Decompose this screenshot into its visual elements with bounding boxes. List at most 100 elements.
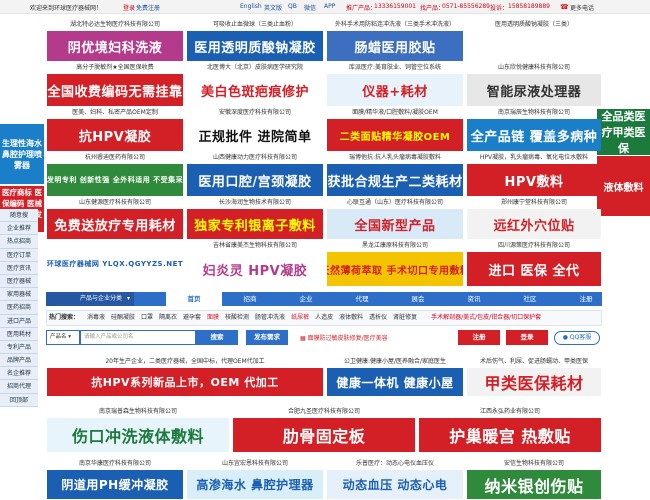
ad-caption[interactable]: 南京华康医疗科技有限公司 — [46, 459, 184, 469]
ad-tile[interactable]: 南京华康医疗科技有限公司 阴道用PH缓冲凝胶 — [46, 459, 184, 500]
ad-banner[interactable]: 正规批件 进院简单 — [187, 119, 323, 151]
ad-caption[interactable]: 江西永弘药业有限公司 — [418, 407, 602, 417]
ad-caption[interactable]: 山西健康动力医疗科技有限公司 — [186, 153, 324, 163]
ad-tile[interactable]: 长沙海润生物技术有限公司 独家专利银离子敷料 — [186, 198, 324, 240]
nav-tab[interactable]: 社区 — [502, 292, 558, 306]
left-nav-item[interactable]: 企业推荐 — [0, 222, 38, 236]
ad-banner[interactable]: 护巢暖宫 热敷贴 — [419, 418, 601, 452]
ad-caption[interactable]: 北医博大（北京）皮肤病医学研究院 — [186, 63, 324, 73]
ad-caption[interactable]: 南京瑞普森生物科技有限公司 — [46, 407, 230, 417]
nav-tab[interactable]: 代理 — [334, 292, 390, 306]
english-link[interactable]: English — [240, 3, 262, 10]
ad-tile[interactable]: 黑龙江康原科技有限公司 天然薄荷萃取 手术切口专用敷料 — [326, 241, 464, 287]
register-button[interactable]: 注册 — [458, 330, 500, 345]
left-nav-item[interactable]: 回顶部 — [0, 393, 38, 407]
login-link[interactable]: 登录 — [123, 3, 135, 12]
hot-promo-link[interactable]: 手术解剖器/美式/包皮/钳合器/切口保护套 — [431, 314, 541, 321]
ad-caption[interactable]: 医美、妇科、私密产品OEM定制 — [46, 108, 184, 118]
left-nav-item[interactable]: 专利产品 — [0, 340, 38, 355]
hot-search-word[interactable]: 避孕套 — [183, 314, 201, 321]
right-float-ad-1[interactable]: 全品类医疗甲类医保 — [597, 109, 650, 155]
ad-caption[interactable]: 可吸收止血微球（三类止血粉） — [186, 20, 324, 30]
hot-search-word[interactable]: 透析仪 — [369, 314, 387, 321]
ad-tile[interactable]: 山西健康动力医疗科技有限公司 医用口腔/宫颈凝胶 — [186, 153, 324, 197]
ad-tile[interactable]: 山东宜宏恩科技有限公司 高渗海水 鼻腔护理器 — [186, 459, 324, 500]
hot-search-word[interactable]: 隔离衣 — [159, 314, 177, 321]
ad-banner[interactable]: 获批合规生产二类耗材 — [327, 164, 463, 196]
left-nav-item[interactable]: 随意搜 — [0, 209, 38, 223]
ad-tile[interactable]: 山东健源医疗科技有限公司 免费送放疗专用耗材 — [46, 198, 184, 240]
hot-search-word[interactable]: 口罩 — [141, 314, 153, 321]
ad-caption[interactable]: 库派医疗:美育肤业、饲管空位系统 — [326, 63, 464, 73]
ad-caption[interactable]: 长沙海润生物技术有限公司 — [186, 198, 324, 208]
ad-caption[interactable]: 安徽深度医疗科技有限公司 — [186, 108, 324, 118]
ad-banner[interactable]: 甲类医保耗材 — [467, 368, 601, 396]
ad-tile[interactable]: 吉林省康美杰生物科技有限公司 妇炎灵 HPV凝胶 — [186, 241, 324, 287]
ad-tile[interactable]: 北医博大（北京）皮肤病医学研究院 美白色斑疤痕修护 — [186, 63, 324, 107]
ad-banner[interactable]: 肠蜡医用胶贴 — [327, 31, 463, 61]
ad-caption[interactable]: 郑州康宁堂科技有限公司 — [466, 198, 602, 208]
ad-tile[interactable]: 面膜/精华液/口腔敷料/凝胶OEM 二类面贴精华凝胶OEM — [326, 108, 464, 152]
ad-caption[interactable]: 杭州睿迪医药有限公司 — [46, 153, 184, 163]
ad-banner[interactable]: 全产品链 覆盖多病种 — [467, 119, 601, 151]
english-version-link[interactable]: 英文版 — [264, 3, 282, 12]
left-nav-item[interactable]: 进口产品 — [0, 314, 38, 328]
ad-tile[interactable]: 20年生产企业，二类医疗器械，全国中标，代理OEM代加工 抗HPV系列新品上市，O… — [46, 357, 324, 397]
ad-caption[interactable]: 瑞博他抗:抗人乳头瘤病毒凝胶敷料 — [326, 153, 464, 163]
qb-link[interactable]: QB — [288, 3, 297, 10]
ad-caption[interactable]: 医用透明质酸钠凝胶（三类） — [466, 20, 602, 30]
login-button[interactable]: 登录 — [506, 330, 548, 345]
category-menu-button[interactable]: 产品与企业分类 ▾ — [46, 292, 134, 306]
more-phones-link[interactable]: 更多电话 — [570, 3, 594, 12]
hot-search-word[interactable]: 面膜 — [207, 314, 219, 321]
ad-caption[interactable]: 山东欣悦健康科技有限公司 — [466, 63, 602, 73]
ad-banner[interactable]: 远红外穴位贴 — [467, 209, 601, 239]
search-input[interactable]: 请输入产品或公司名 — [80, 330, 196, 345]
search-button[interactable]: 搜索 — [196, 330, 238, 345]
ad-banner[interactable]: 仪器+耗材 — [327, 74, 463, 106]
register-link[interactable]: 免费注册 — [136, 3, 160, 12]
ad-caption[interactable]: 四川源策医疗科技有限公司 — [466, 241, 602, 251]
ad-caption[interactable]: 外科手术用防粘连冲洗液（三类手术冲洗液） — [326, 20, 464, 30]
ad-tile[interactable]: 江西永弘药业有限公司 护巢暖宫 热敷贴 — [418, 407, 602, 453]
hot-search-word[interactable]: 核酸检测 — [225, 314, 249, 321]
ad-tile[interactable]: 湖北特必达生物医疗科技有限公司 阴优境妇科洗液 — [46, 20, 184, 62]
hot-search-word[interactable]: 硅酮凝胶 — [111, 314, 135, 321]
ad-banner[interactable]: 妇炎灵 HPV凝胶 — [187, 252, 323, 286]
nav-tab[interactable]: 招商 — [222, 292, 278, 306]
ad-caption[interactable]: 术后伤气、利尿、促进肠蠕动、甲类医保 — [466, 357, 602, 367]
ad-banner[interactable]: 智能尿液处理器 — [467, 74, 601, 106]
ad-tile[interactable]: 心联互通（山东）医疗科技有限公司 全国新型产品 — [326, 198, 464, 240]
app-link[interactable]: APP — [324, 3, 335, 10]
ad-banner[interactable]: 高渗海水 鼻腔护理器 — [187, 470, 323, 499]
qq-service-button[interactable]: ● QQ客服 — [554, 331, 600, 345]
left-nav-item[interactable]: 招商代理 — [0, 380, 38, 394]
ad-banner[interactable]: 医用口腔/宫颈凝胶 — [187, 164, 323, 196]
ad-caption[interactable]: 山东健源医疗科技有限公司 — [46, 198, 184, 208]
ad-banner[interactable]: 伤口冲洗液体敷料 — [47, 418, 229, 452]
left-nav-item[interactable]: 名企推荐 — [0, 367, 38, 381]
ad-tile[interactable]: 四川源策医疗科技有限公司 进口 医保 全代 — [466, 241, 602, 287]
ad-tile[interactable]: 山东欣悦健康科技有限公司 智能尿液处理器 — [466, 63, 602, 107]
hot-search-word[interactable]: 液体敷料 — [339, 314, 363, 321]
ad-caption[interactable]: 山东宜宏恩科技有限公司 — [186, 459, 324, 469]
ad-caption[interactable]: 黑龙江康原科技有限公司 — [326, 241, 464, 251]
ad-banner[interactable]: 医用透明质酸钠凝胶 — [187, 31, 323, 61]
ad-banner[interactable]: 独家专利银离子敷料 — [187, 209, 323, 239]
ad-caption[interactable]: 吉林省康美杰生物科技有限公司 — [186, 241, 324, 251]
nav-tab[interactable]: 企业 — [278, 292, 334, 306]
ad-tile[interactable]: 外科手术用防粘连冲洗液（三类手术冲洗液） 肠蜡医用胶贴 — [326, 20, 464, 62]
search-promo-link[interactable]: ▦ 面膜防过敏皮肤修复/医疗美容 — [300, 333, 388, 342]
ad-tile[interactable]: 南京瑞辰生物科技有限公司 全产品链 覆盖多病种 — [466, 108, 602, 152]
ad-banner[interactable]: 二类面贴精华凝胶OEM — [327, 119, 463, 151]
ad-banner[interactable] — [467, 31, 601, 61]
left-float-ad-1[interactable]: 生理性海水鼻腔护理喷雾器 — [0, 124, 44, 184]
ad-caption[interactable]: 公卫健康:健康小屋/医养融合/家庭医生 — [326, 357, 464, 367]
nav-tab[interactable]: 展会 — [390, 292, 446, 306]
ad-banner[interactable]: 天然薄荷萃取 手术切口专用敷料 — [327, 252, 463, 286]
ad-tile[interactable]: 医美、妇科、私密产品OEM定制 抗HPV凝胶 — [46, 108, 184, 152]
ad-banner[interactable]: HPV敷料 — [467, 164, 601, 196]
ad-tile[interactable]: 高分子脱敏剂★全国医保收费 全国收费编码无需挂靠 — [46, 63, 184, 107]
ad-banner[interactable]: 健康一体机 健康小屋 — [327, 368, 463, 396]
left-nav-item[interactable]: 家用器械 — [0, 288, 38, 302]
